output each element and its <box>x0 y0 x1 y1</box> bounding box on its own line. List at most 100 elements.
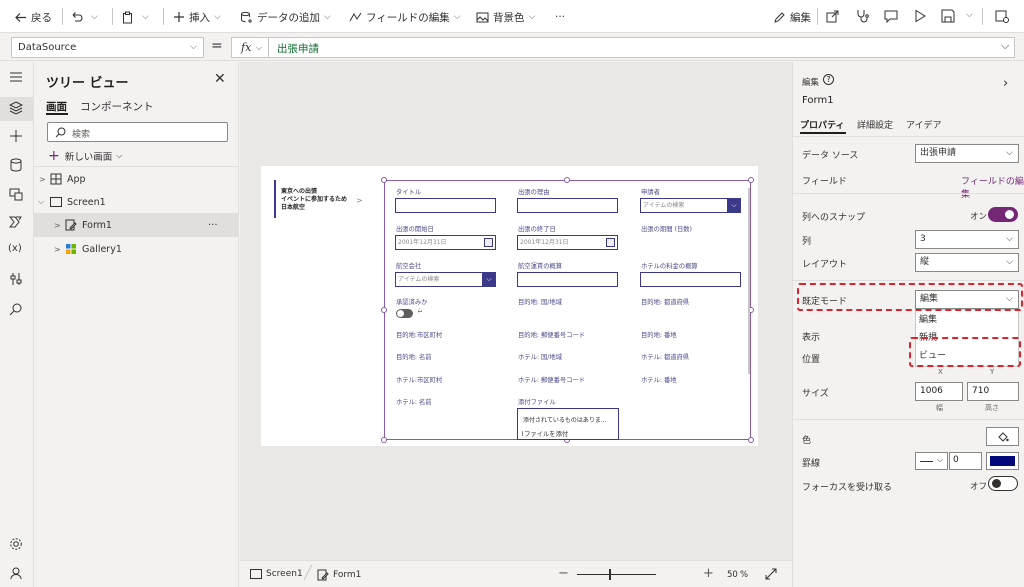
border-width-input[interactable]: 0 <box>949 452 982 470</box>
chevron-right-icon[interactable]: > <box>356 196 363 205</box>
stethoscope-icon[interactable] <box>855 9 871 25</box>
breadcrumb-screen1[interactable]: Screen1 <box>250 569 303 579</box>
hotel-cost-input[interactable] <box>640 272 741 287</box>
title-input[interactable] <box>395 198 496 213</box>
field-label: 目的地: 都道府県 <box>641 299 690 306</box>
attach-file-button[interactable]: ⌇ファイルを添付 <box>521 429 568 438</box>
more-options-icon[interactable]: ··· <box>208 220 218 231</box>
option-edit[interactable]: 編集 <box>919 312 937 325</box>
airfare-input[interactable] <box>517 272 618 287</box>
close-icon[interactable]: ✕ <box>214 71 226 87</box>
border-style-dropdown[interactable]: ⌵ <box>915 452 948 470</box>
hamburger-icon[interactable] <box>9 70 25 86</box>
background-color-button[interactable]: 背景色 ⌵ <box>476 8 535 26</box>
variables-icon[interactable]: (x) <box>8 243 22 254</box>
resize-handle[interactable] <box>748 437 754 443</box>
airline-combobox[interactable]: アイテムの検索 ⌵ <box>395 272 496 287</box>
data-icon[interactable] <box>9 158 25 174</box>
tab-properties[interactable]: プロパティ <box>800 118 844 131</box>
chevron-down-icon: ⌵ <box>214 12 221 22</box>
layers-icon[interactable] <box>9 101 25 117</box>
tree-item-screen1[interactable]: ⌵ Screen1 <box>34 190 239 214</box>
fill-color-button[interactable] <box>986 427 1019 446</box>
tree-item-form1[interactable]: > Form1 ··· <box>34 213 239 237</box>
layout-dropdown[interactable]: 縦 ⌵ <box>915 253 1019 272</box>
insert-plus-icon[interactable] <box>9 129 25 145</box>
settings-icon[interactable] <box>9 537 25 553</box>
chevron-down-icon: ⌵ <box>1006 234 1013 244</box>
field-label: 目的地:市区町村 <box>396 332 443 339</box>
resize-handle[interactable] <box>381 437 387 443</box>
fit-to-window-icon[interactable] <box>765 568 777 580</box>
field-label: ホテルの料金の概算 <box>641 263 698 270</box>
edit-button[interactable]: 編集 <box>773 8 811 26</box>
media-icon[interactable] <box>9 187 25 203</box>
tab-screens[interactable]: 画面 <box>46 99 67 114</box>
border-color-button[interactable] <box>986 452 1019 470</box>
height-input[interactable]: 710 <box>967 382 1019 401</box>
tab-ideas[interactable]: アイデア <box>906 118 942 131</box>
back-button[interactable]: 戻る <box>14 8 52 26</box>
help-icon[interactable]: ? <box>823 74 834 85</box>
zoom-out-button[interactable]: − <box>558 566 569 581</box>
resize-handle[interactable] <box>748 177 754 183</box>
search-input[interactable]: 検索 <box>47 122 228 142</box>
snap-toggle[interactable] <box>988 207 1018 222</box>
form-selection-frame[interactable] <box>384 180 751 440</box>
start-date-picker[interactable]: 2001年12月31日 <box>395 235 496 250</box>
color-label: 色 <box>802 436 812 446</box>
divider <box>268 38 269 57</box>
tree-item-app[interactable]: > App <box>34 167 239 191</box>
more-button[interactable]: ··· <box>555 8 565 26</box>
toolbar-divider <box>817 8 818 25</box>
end-date-picker[interactable]: 2001年12月31日 <box>517 235 618 250</box>
calendar-icon <box>484 238 493 247</box>
approved-toggle[interactable] <box>396 309 413 318</box>
active-tab-underline <box>800 132 846 134</box>
columns-dropdown[interactable]: 3 ⌵ <box>915 230 1019 249</box>
advanced-tools-icon[interactable] <box>9 272 25 288</box>
edit-fields-button[interactable]: フィールドの編集 ⌵ <box>349 8 461 26</box>
resize-handle[interactable] <box>564 177 570 183</box>
power-automate-icon[interactable] <box>9 215 25 231</box>
width-input[interactable]: 1006 <box>915 382 963 401</box>
attachments-control[interactable]: 添付されているものはありま... ⌇ファイルを添付 <box>517 408 619 440</box>
comment-icon[interactable] <box>884 9 900 25</box>
formula-input[interactable]: fx ⌵ 出張申請 <box>231 37 1015 58</box>
property-selector[interactable]: DataSource ⌵ <box>11 37 204 58</box>
tab-advanced[interactable]: 詳細設定 <box>857 118 893 131</box>
tab-components[interactable]: コンポーネント <box>80 99 154 114</box>
edit-fields-link[interactable]: フィールドの編集 <box>961 174 1024 200</box>
field-label: ホテル: 番地 <box>641 377 677 384</box>
chevron-down-icon[interactable]: ⌵ <box>966 10 973 20</box>
app-screen[interactable]: 東京への出張 イベントに参加するため 日本航空 > タイトル 出張の理由 申請者… <box>261 166 758 446</box>
gallery-item[interactable]: 東京への出張 イベントに参加するため 日本航空 <box>281 188 347 212</box>
tree-item-gallery1[interactable]: > Gallery1 <box>34 237 239 261</box>
add-data-button[interactable]: データの追加 ⌵ <box>240 8 331 26</box>
requester-combobox[interactable]: アイテムの検索 ⌵ <box>640 198 741 213</box>
save-icon[interactable] <box>941 9 957 25</box>
undo-button[interactable]: ⌵ <box>70 8 98 26</box>
insert-button[interactable]: 挿入 ⌵ <box>173 8 221 26</box>
zoom-slider[interactable] <box>577 574 656 575</box>
chevron-down-icon: ⌵ <box>38 197 45 206</box>
layout-label: レイアウト <box>802 260 848 270</box>
play-icon[interactable] <box>913 9 929 25</box>
paste-button[interactable]: ⌵ <box>121 8 149 26</box>
resize-handle[interactable] <box>381 177 387 183</box>
zoom-slider-thumb[interactable] <box>609 569 611 580</box>
focus-toggle[interactable] <box>988 476 1018 491</box>
zoom-in-button[interactable]: + <box>703 566 714 581</box>
form-scrollbar[interactable] <box>748 188 750 374</box>
search-icon[interactable] <box>9 302 25 318</box>
resize-handle[interactable] <box>381 307 387 313</box>
publish-icon[interactable] <box>995 9 1011 25</box>
data-source-dropdown[interactable]: 出張申請 ⌵ <box>915 144 1019 163</box>
virtual-agent-icon[interactable] <box>9 566 25 582</box>
chevron-right-icon[interactable]: › <box>1003 76 1008 91</box>
share-icon[interactable] <box>826 9 842 25</box>
new-screen-button[interactable]: + 新しい画面 ⌵ <box>48 148 122 164</box>
breadcrumb-form1[interactable]: Form1 <box>317 569 361 581</box>
reason-input[interactable] <box>517 198 618 213</box>
expand-chevron-icon[interactable]: ⌵ <box>1001 39 1009 53</box>
